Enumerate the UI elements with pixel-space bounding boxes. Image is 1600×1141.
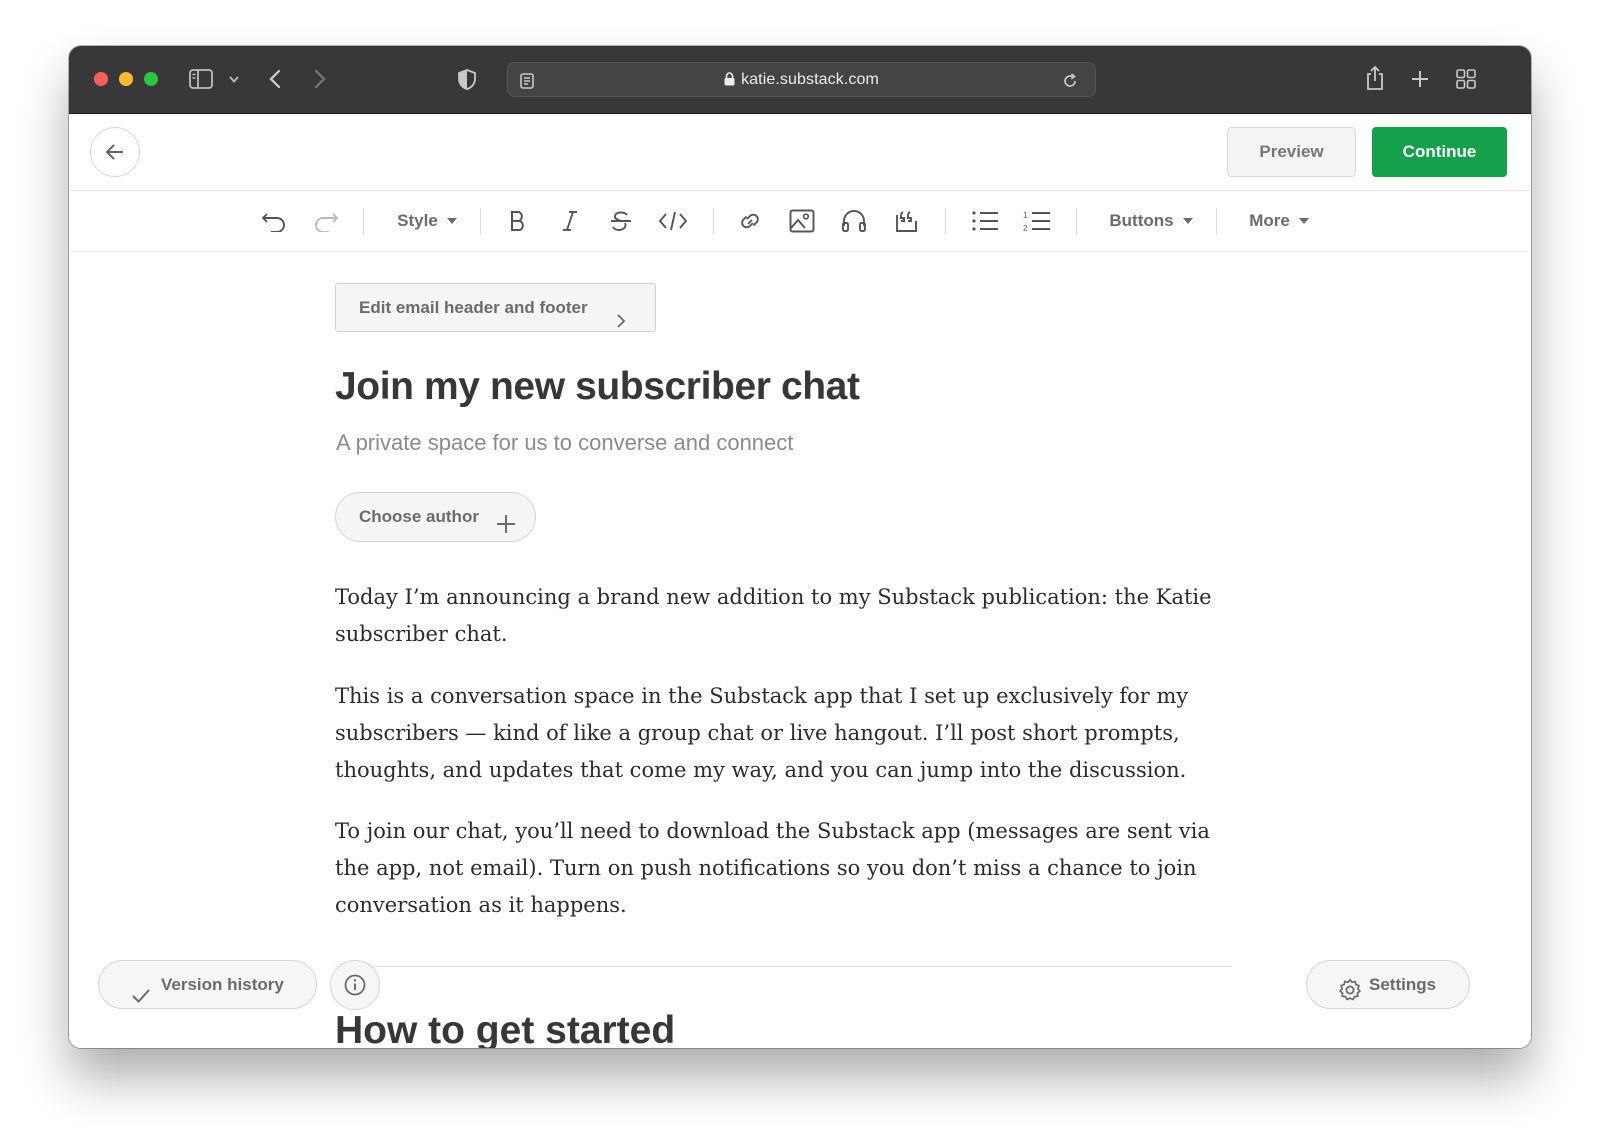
- edit-email-header-button[interactable]: Edit email header and footer: [335, 283, 656, 332]
- settings-label: Settings: [1369, 975, 1437, 994]
- numbered-list-icon[interactable]: 12: [1021, 205, 1053, 237]
- new-tab-icon[interactable]: [1409, 68, 1431, 90]
- continue-button[interactable]: Continue: [1372, 127, 1507, 177]
- undo-icon[interactable]: [259, 205, 289, 237]
- lock-icon: [724, 72, 735, 91]
- arrow-left-icon: [105, 144, 123, 160]
- info-icon: [344, 974, 366, 996]
- minimize-window-button[interactable]: [119, 72, 133, 86]
- bullet-list-icon[interactable]: [969, 205, 1001, 237]
- privacy-shield-icon[interactable]: [457, 68, 477, 90]
- bold-icon[interactable]: [505, 205, 531, 237]
- version-history-label: Version history: [161, 975, 284, 994]
- body-paragraph[interactable]: This is a conversation space in the Subs…: [335, 678, 1225, 789]
- body-paragraph[interactable]: Today I’m announcing a brand new additio…: [335, 579, 1225, 653]
- browser-window: katie.substack.com Preview Continue Styl…: [69, 46, 1531, 1048]
- sidebar-toggle-icon[interactable]: [188, 68, 214, 90]
- style-dropdown-label: Style: [397, 211, 438, 230]
- browser-forward-icon[interactable]: [312, 68, 328, 90]
- page-content: Preview Continue Style 1 2 Buttons More …: [69, 114, 1531, 1048]
- svg-text:1: 1: [1023, 211, 1028, 220]
- toolbar-separator: [713, 208, 714, 235]
- reload-icon[interactable]: [1061, 72, 1079, 89]
- quote-icon[interactable]: [892, 205, 920, 237]
- url-value: katie.substack.com: [741, 71, 879, 88]
- tab-overview-icon[interactable]: [1455, 68, 1477, 90]
- url-text: katie.substack.com: [508, 71, 1095, 91]
- choose-author-button[interactable]: Choose author: [335, 492, 536, 542]
- choose-author-label: Choose author: [359, 507, 479, 526]
- image-icon[interactable]: [788, 205, 816, 237]
- link-icon[interactable]: [736, 205, 764, 237]
- caret-down-icon: [1182, 218, 1193, 224]
- settings-button[interactable]: Settings: [1306, 960, 1470, 1009]
- address-bar[interactable]: katie.substack.com: [507, 62, 1096, 97]
- version-history-button[interactable]: Version history: [98, 960, 317, 1009]
- browser-back-icon[interactable]: [267, 68, 283, 90]
- buttons-dropdown[interactable]: Buttons: [1106, 205, 1196, 237]
- italic-icon[interactable]: [557, 205, 583, 237]
- chevron-right-icon: [616, 300, 626, 347]
- editor-header: Preview Continue: [69, 114, 1531, 191]
- browser-titlebar: katie.substack.com: [69, 46, 1531, 114]
- toolbar-separator: [945, 208, 946, 235]
- back-button[interactable]: [90, 127, 140, 177]
- toolbar-separator: [480, 208, 481, 235]
- share-icon[interactable]: [1364, 64, 1386, 92]
- check-icon: [131, 975, 151, 1022]
- audio-icon[interactable]: [840, 205, 868, 237]
- formatting-toolbar: Style 1 2 Buttons More: [69, 191, 1531, 252]
- post-subtitle[interactable]: A private space for us to converse and c…: [336, 430, 793, 456]
- toolbar-separator: [1076, 208, 1077, 235]
- svg-text:2: 2: [1023, 224, 1028, 232]
- edit-email-header-label: Edit email header and footer: [359, 298, 588, 317]
- preview-button[interactable]: Preview: [1227, 127, 1356, 177]
- body-paragraph[interactable]: To join our chat, you’ll need to downloa…: [335, 813, 1225, 924]
- section-heading[interactable]: How to get started: [335, 1009, 675, 1048]
- strikethrough-icon[interactable]: [607, 205, 635, 237]
- toolbar-separator: [363, 208, 364, 235]
- gear-icon: [1338, 973, 1362, 1020]
- close-window-button[interactable]: [94, 72, 108, 86]
- info-button[interactable]: [330, 960, 380, 1010]
- plus-icon: [495, 506, 517, 554]
- style-dropdown[interactable]: Style: [395, 205, 459, 237]
- caret-down-icon: [1298, 218, 1309, 224]
- divider: [335, 966, 1232, 967]
- caret-down-icon: [446, 218, 457, 224]
- code-icon[interactable]: [657, 205, 689, 237]
- more-dropdown[interactable]: More: [1246, 205, 1312, 237]
- redo-icon[interactable]: [311, 205, 341, 237]
- maximize-window-button[interactable]: [144, 72, 158, 86]
- toolbar-separator: [1216, 208, 1217, 235]
- buttons-dropdown-label: Buttons: [1109, 211, 1174, 230]
- chevron-down-icon[interactable]: [227, 73, 241, 85]
- post-title[interactable]: Join my new subscriber chat: [335, 365, 860, 409]
- more-dropdown-label: More: [1249, 211, 1290, 230]
